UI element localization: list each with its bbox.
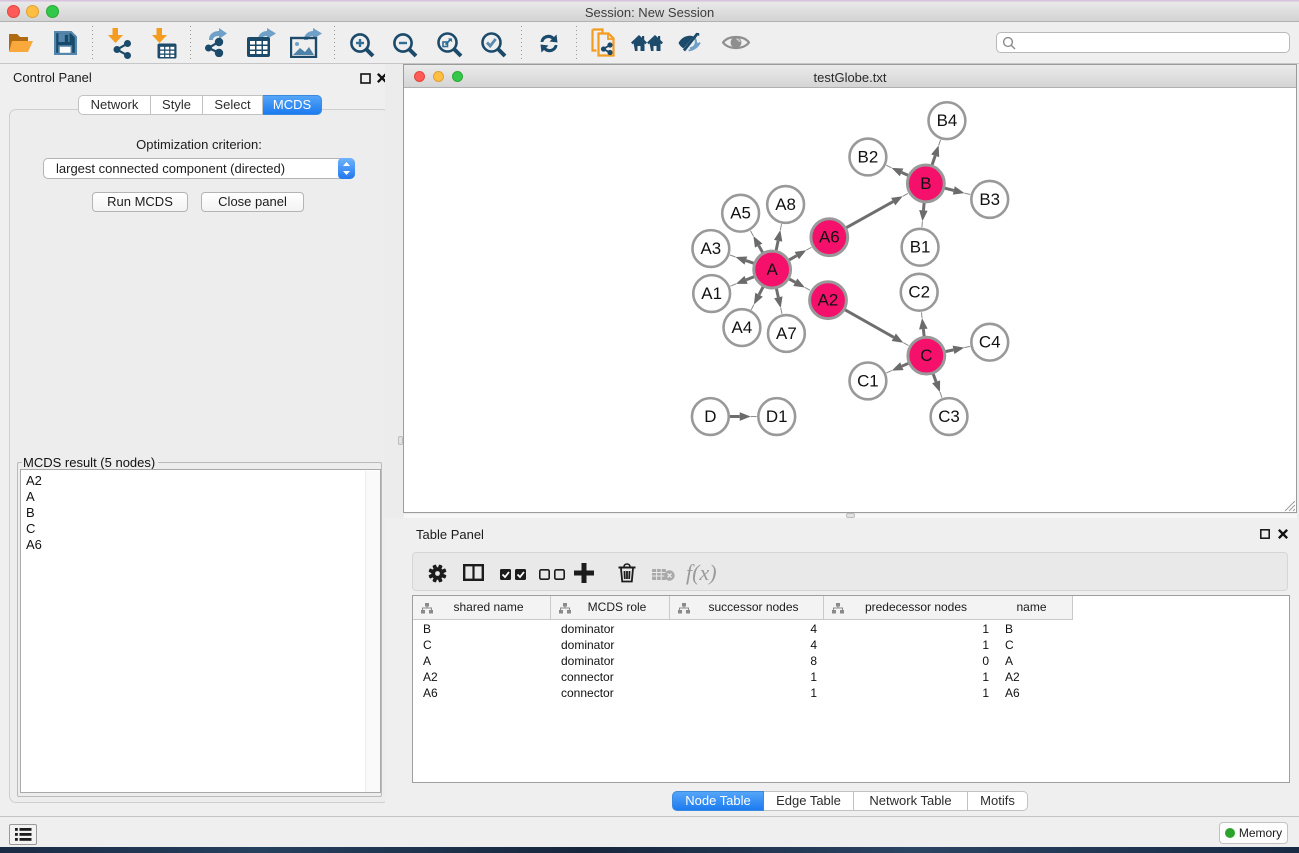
svg-text:A2: A2 <box>818 291 839 310</box>
svg-text:B: B <box>920 174 931 193</box>
svg-text:C3: C3 <box>938 407 960 426</box>
svg-text:A4: A4 <box>732 318 753 337</box>
svg-text:A3: A3 <box>701 239 722 258</box>
svg-text:A8: A8 <box>775 195 796 214</box>
svg-text:D1: D1 <box>766 407 788 426</box>
svg-text:C4: C4 <box>979 333 1001 352</box>
svg-text:A7: A7 <box>776 324 797 343</box>
svg-text:B1: B1 <box>910 238 931 257</box>
svg-text:B4: B4 <box>937 111 958 130</box>
svg-text:A5: A5 <box>730 204 751 223</box>
svg-text:D: D <box>704 407 716 426</box>
svg-text:C2: C2 <box>908 283 930 302</box>
svg-text:C: C <box>920 346 932 365</box>
svg-text:B2: B2 <box>858 147 879 166</box>
svg-text:A: A <box>767 260 779 279</box>
svg-text:A6: A6 <box>819 228 840 247</box>
svg-text:A1: A1 <box>701 284 722 303</box>
svg-text:B3: B3 <box>979 190 1000 209</box>
svg-text:C1: C1 <box>857 371 879 390</box>
